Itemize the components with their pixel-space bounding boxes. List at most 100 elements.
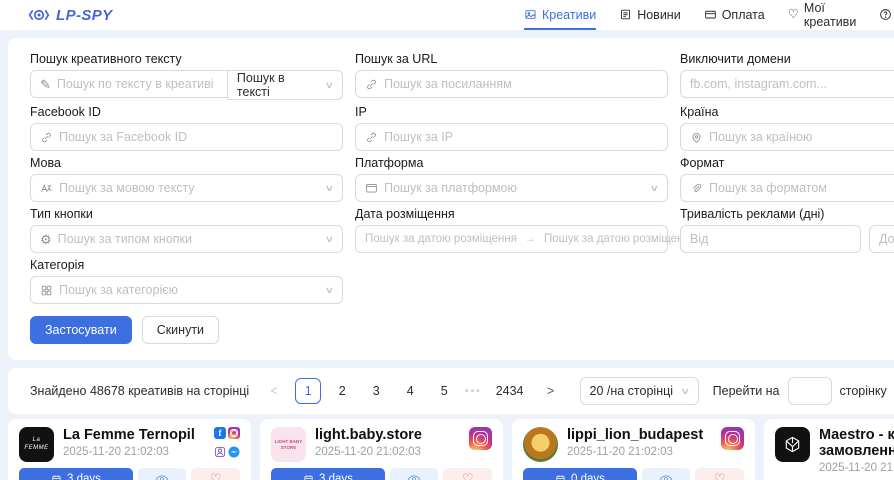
button-type-input[interactable]	[58, 232, 321, 246]
page-button-4[interactable]: 4	[397, 378, 423, 404]
field-duration: Тривалість реклами (дні)	[680, 207, 894, 253]
eye-icon	[155, 472, 169, 480]
link-icon	[365, 78, 378, 91]
field-label: Виключити домени	[680, 52, 894, 66]
field-label: Країна	[680, 105, 894, 119]
creative-text-input[interactable]	[57, 77, 218, 91]
eye-icon	[659, 472, 673, 480]
placement-date-range-picker[interactable]: Пошук за датою розміщення → Пошук за дат…	[355, 225, 668, 253]
platform-icon	[365, 182, 378, 195]
nav-label: Оплата	[722, 8, 765, 22]
nav-label: Мої креативи	[804, 1, 856, 29]
card-date: 2025-11-20 21:02:03	[315, 446, 460, 458]
facebook-id-input[interactable]	[59, 130, 333, 144]
button-type-select[interactable]: ⚙ ∨	[30, 225, 343, 253]
heart-icon: ♡	[210, 471, 222, 480]
field-label: Дата розміщення	[355, 207, 668, 221]
calendar-icon	[303, 474, 314, 480]
country-input[interactable]	[709, 130, 894, 144]
date-to-placeholder[interactable]: Пошук за датою розміщення	[544, 233, 696, 245]
creative-card[interactable]: La FEMME La Femme Ternopil 2025-11-20 21…	[8, 419, 251, 480]
days-badge-button[interactable]: 3 days	[271, 468, 385, 480]
app-logo[interactable]: LP-SPY	[28, 7, 113, 24]
chevron-down-icon: ∨	[650, 183, 660, 194]
page-button-3[interactable]: 3	[363, 378, 389, 404]
chevron-down-icon: ∨	[325, 285, 335, 296]
credit-card-icon	[704, 8, 717, 21]
favorite-button[interactable]: ♡	[191, 468, 240, 480]
url-input[interactable]	[384, 77, 658, 91]
prev-page-button[interactable]: <	[261, 378, 287, 404]
creative-card[interactable]: Maestro - кухні, ме замовлення в Ужг 202…	[764, 419, 894, 480]
nav-item-faq[interactable]: FAQ	[879, 0, 894, 30]
field-label: Пошук креативного тексту	[30, 52, 343, 66]
instagram-icon	[721, 427, 744, 450]
platform-input[interactable]	[384, 181, 645, 195]
days-badge-button[interactable]: 3 days	[19, 468, 133, 480]
creative-card[interactable]: LIGHT BABY STORE light.baby.store 2025-1…	[260, 419, 503, 480]
category-select[interactable]: ∨	[30, 276, 343, 304]
instagram-icon	[469, 427, 492, 450]
category-input[interactable]	[59, 283, 320, 297]
date-from-placeholder[interactable]: Пошук за датою розміщення	[365, 233, 517, 245]
format-input[interactable]	[709, 181, 894, 195]
question-icon	[879, 8, 892, 21]
view-button[interactable]	[642, 468, 691, 480]
field-label: Тип кнопки	[30, 207, 343, 221]
calendar-icon	[51, 474, 62, 480]
field-language: Мова ∨	[30, 156, 343, 202]
last-page-button[interactable]: 2434	[490, 378, 530, 404]
field-url: Пошук за URL	[355, 52, 668, 100]
favorite-button[interactable]: ♡	[443, 468, 492, 480]
favorite-button[interactable]: ♡	[695, 468, 744, 480]
field-label: Тривалість реклами (дні)	[680, 207, 894, 221]
link-icon	[40, 131, 53, 144]
logo-text: LP-SPY	[56, 7, 113, 24]
text-search-mode-select[interactable]: Пошук в тексті ∨	[227, 70, 343, 100]
next-page-button[interactable]: >	[538, 378, 564, 404]
ip-input[interactable]	[384, 130, 658, 144]
duration-from-input[interactable]	[690, 232, 851, 246]
duration-to-wrap	[869, 225, 894, 253]
network-icons: f	[214, 427, 240, 462]
nav-label: Креативи	[542, 8, 596, 22]
pagination-bar: Знайдено 48678 креативів на сторінці < 1…	[8, 368, 894, 414]
apply-button[interactable]: Застосувати	[30, 316, 132, 344]
grid-icon	[40, 284, 53, 297]
nav-item-creatives[interactable]: Креативи	[524, 0, 596, 30]
reset-button[interactable]: Скинути	[142, 316, 219, 344]
view-button[interactable]	[390, 468, 439, 480]
facebook-id-input-wrap	[30, 123, 343, 151]
card-title: Maestro - кухні, ме	[819, 427, 894, 443]
field-country: Країна	[680, 105, 894, 151]
field-category: Категорія ∨	[30, 258, 343, 304]
nav-item-news[interactable]: Новини	[619, 0, 681, 30]
avatar: LIGHT BABY STORE	[271, 427, 306, 462]
page-size-select[interactable]: 20 /на сторінці ∨	[580, 377, 699, 405]
nav-item-payment[interactable]: Оплата	[704, 0, 765, 30]
days-badge-button[interactable]: 0 days	[523, 468, 637, 480]
platform-select[interactable]: ∨	[355, 174, 668, 202]
view-button[interactable]	[138, 468, 187, 480]
field-label: Платформа	[355, 156, 668, 170]
eye-logo-icon	[28, 7, 50, 23]
exclude-domains-input[interactable]	[690, 77, 894, 91]
language-select[interactable]: ∨	[30, 174, 343, 202]
language-input[interactable]	[59, 181, 320, 195]
location-pin-icon	[690, 131, 703, 144]
nav-label: Новини	[637, 8, 681, 22]
page-button-5[interactable]: 5	[431, 378, 457, 404]
creative-card[interactable]: lippi_lion_budapest 2025-11-20 21:02:03 …	[512, 419, 755, 480]
goto-suffix: сторінку	[840, 384, 887, 398]
main-nav: Креативи Новини Оплата ♡ Мої креативи FA…	[524, 0, 894, 30]
avatar	[523, 427, 558, 462]
nav-item-my-creatives[interactable]: ♡ Мої креативи	[788, 0, 857, 30]
page-button-1[interactable]: 1	[295, 378, 321, 404]
ellipsis[interactable]: •••	[465, 386, 482, 397]
chevron-down-icon: ∨	[325, 183, 335, 194]
card-title: lippi_lion_budapest	[567, 427, 712, 443]
goto-page-input[interactable]	[788, 377, 832, 405]
calendar-icon	[555, 474, 566, 480]
page-button-2[interactable]: 2	[329, 378, 355, 404]
duration-to-input[interactable]	[879, 232, 894, 246]
